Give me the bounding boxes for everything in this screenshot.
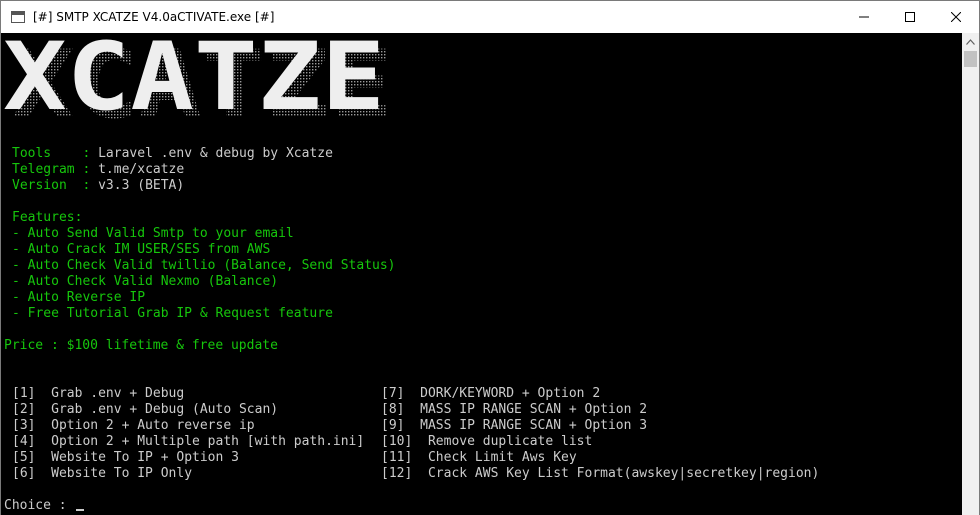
feature-item: - Auto Reverse IP (12, 290, 146, 305)
menu-option-8: [8] MASS IP RANGE SCAN + Option 2 (381, 402, 647, 418)
option-number: [2] (12, 402, 36, 417)
menu-right-column: [7] DORK/KEYWORD + Option 2 [8] MASS IP … (381, 386, 819, 514)
feature-item: - Auto Crack IM USER/SES from AWS (12, 242, 271, 257)
feature-item: - Free Tutorial Grab IP & Request featur… (12, 306, 333, 321)
scrollbar-thumb[interactable] (964, 51, 977, 67)
menu-option-11: [11] Check Limit Aws Key (381, 450, 577, 466)
menu-option-12: [12] Crack AWS Key List Format(awskey|se… (381, 466, 819, 482)
info-label: Telegram (12, 162, 83, 177)
option-number: [6] (12, 466, 36, 481)
menu-option-3: [3] Option 2 + Auto reverse ip (12, 418, 255, 434)
option-number: [8] (381, 402, 405, 417)
feature-item: - Auto Send Valid Smtp to your email (12, 226, 294, 241)
option-label: Remove duplicate list (427, 434, 593, 449)
vertical-scrollbar[interactable] (962, 33, 979, 515)
ascii-banner: XCATZE XCATZE (3, 33, 393, 133)
option-label: Check Limit Aws Key (427, 450, 577, 465)
close-button[interactable] (933, 1, 979, 33)
option-number: [1] (12, 386, 36, 401)
info-value: v3.3 (BETA) (98, 178, 185, 193)
title-bar[interactable]: [#] SMTP XCATZE V4.0aCTIVATE.exe [#] (1, 1, 979, 33)
option-number: [12] (381, 466, 413, 481)
chevron-up-icon (966, 38, 975, 45)
features-block: Features: - Auto Send Valid Smtp to your… (12, 210, 396, 354)
info-value: t.me/xcatze (98, 162, 185, 177)
option-label: MASS IP RANGE SCAN + Option 3 (420, 418, 648, 433)
menu-option-4: [4] Option 2 + Multiple path [with path.… (12, 434, 364, 450)
info-label: Version (12, 178, 83, 193)
console-output[interactable]: XCATZE XCATZE Tools : Laravel .env & deb… (1, 33, 962, 515)
window-controls (841, 1, 979, 33)
console-window: [#] SMTP XCATZE V4.0aCTIVATE.exe [#] XCA… (0, 0, 980, 515)
menu-option-7: [7] DORK/KEYWORD + Option 2 (381, 386, 600, 402)
menu-option-9: [9] MASS IP RANGE SCAN + Option 3 (381, 418, 647, 434)
feature-item: - Auto Check Valid Nexmo (Balance) (12, 274, 279, 289)
minimize-button[interactable] (841, 1, 887, 33)
option-label: Website To IP Only (51, 466, 193, 481)
text-cursor (76, 509, 85, 511)
info-label: Tools (12, 146, 83, 161)
features-heading: Features: (12, 210, 83, 225)
scroll-up-button[interactable] (962, 33, 979, 50)
menu-option-2: [2] Grab .env + Debug (Auto Scan) (12, 402, 278, 418)
banner-text: XCATZE (3, 33, 385, 132)
info-row-version: Version : v3.3 (BETA) (12, 178, 184, 194)
window-title: [#] SMTP XCATZE V4.0aCTIVATE.exe [#] (33, 10, 275, 24)
menu-option-10: [10] Remove duplicate list (381, 434, 592, 450)
menu-left-column: [1] Grab .env + Debug [2] Grab .env + De… (12, 386, 364, 514)
prompt-label: Choice : (4, 498, 75, 513)
info-row-telegram: Telegram : t.me/xcatze (12, 162, 184, 178)
menu-option-6: [6] Website To IP Only (12, 466, 192, 482)
option-number: [7] (381, 386, 405, 401)
option-label: MASS IP RANGE SCAN + Option 2 (420, 402, 648, 417)
close-icon (951, 12, 961, 22)
option-label: Crack AWS Key List Format(awskey|secretk… (427, 466, 820, 481)
info-value: Laravel .env & debug by Xcatze (98, 146, 333, 161)
feature-item: - Auto Check Valid twillio (Balance, Sen… (12, 258, 396, 273)
menu-option-1: [1] Grab .env + Debug (12, 386, 184, 402)
option-number: [10] (381, 434, 413, 449)
option-number: [11] (381, 450, 413, 465)
option-number: [9] (381, 418, 405, 433)
option-number: [5] (12, 450, 36, 465)
info-row-tools: Tools : Laravel .env & debug by Xcatze (12, 146, 333, 162)
info-separator: : (82, 178, 91, 193)
option-label: Option 2 + Multiple path [with path.ini] (51, 434, 365, 449)
console-app-icon (11, 11, 25, 23)
maximize-icon (905, 12, 915, 22)
option-number: [3] (12, 418, 36, 433)
info-separator: : (82, 162, 91, 177)
choice-prompt[interactable]: Choice : (4, 498, 85, 514)
info-separator: : (82, 146, 91, 161)
option-label: Option 2 + Auto reverse ip (51, 418, 255, 433)
maximize-button[interactable] (887, 1, 933, 33)
option-label: Grab .env + Debug (Auto Scan) (51, 402, 279, 417)
menu-option-5: [5] Website To IP + Option 3 (12, 450, 239, 466)
option-label: Website To IP + Option 3 (51, 450, 239, 465)
option-label: DORK/KEYWORD + Option 2 (420, 386, 601, 401)
price-line: Price : $100 lifetime & free update (4, 338, 278, 353)
minimize-icon (859, 16, 869, 18)
option-number: [4] (12, 434, 36, 449)
option-label: Grab .env + Debug (51, 386, 185, 401)
